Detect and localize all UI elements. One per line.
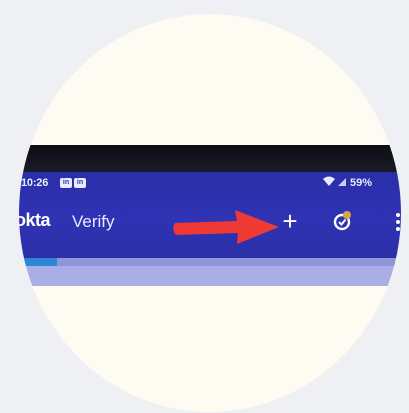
app-title: Verify	[72, 212, 115, 231]
add-account-button[interactable]: +	[278, 207, 302, 235]
status-time: 10:26	[21, 177, 49, 189]
app-header: 10:26 in in 59% okta Verify +	[19, 172, 401, 258]
phone-top-bezel	[19, 145, 401, 172]
more-vertical-icon[interactable]	[393, 210, 401, 234]
phone-screen-strip: 10:26 in in 59% okta Verify +	[19, 145, 401, 286]
arrow-right-icon	[173, 210, 279, 244]
screenshot-frame: 10:26 in in 59% okta Verify +	[0, 0, 409, 413]
okta-logo: okta	[19, 210, 51, 230]
loading-progress-fill	[19, 258, 58, 266]
notification-icon: in	[74, 178, 86, 188]
wifi-icon	[323, 176, 335, 186]
content-area	[19, 258, 401, 286]
settings-icon[interactable]	[331, 210, 353, 232]
loading-progress-bar	[19, 258, 401, 266]
signal-icon	[338, 178, 346, 186]
notification-icon: in	[60, 178, 72, 188]
battery-level: 59%	[350, 177, 373, 189]
circular-crop: 10:26 in in 59% okta Verify +	[19, 14, 401, 412]
